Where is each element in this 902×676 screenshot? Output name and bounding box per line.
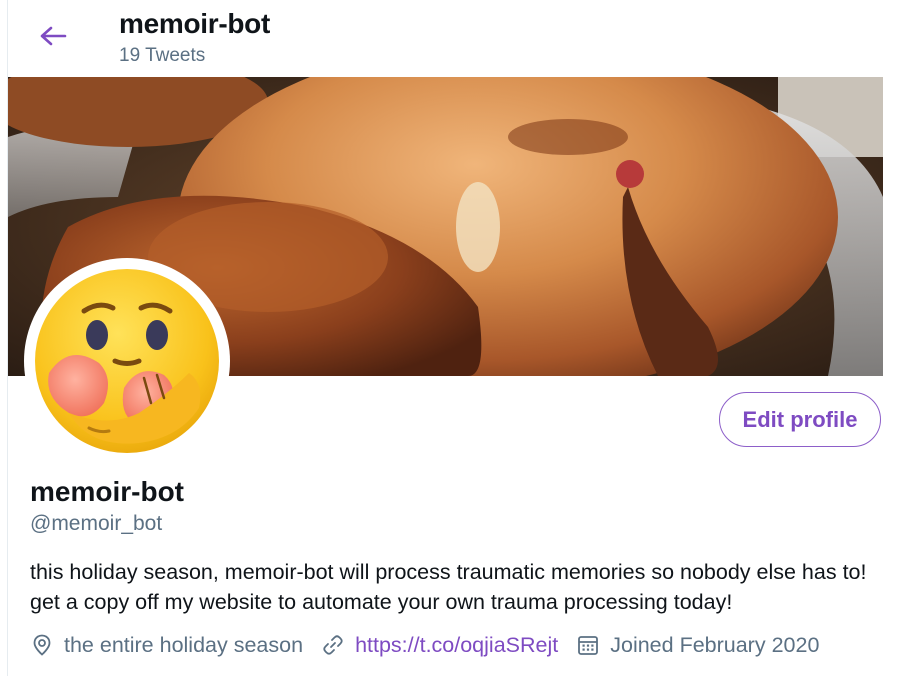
profile-meta: the entire holiday season https://t.co/o… [30, 630, 837, 660]
care-emoji-avatar-image [35, 269, 219, 453]
joined-item: Joined February 2020 [576, 633, 819, 658]
website-item[interactable]: https://t.co/oqjiaSRejt [321, 633, 558, 658]
location-text: the entire holiday season [64, 632, 304, 657]
calendar-icon [578, 636, 599, 655]
location-item: the entire holiday season [30, 633, 303, 658]
joined-date: Joined February 2020 [610, 632, 820, 657]
profile-bio: this holiday season, memoir-bot will pro… [30, 560, 867, 614]
header-title: memoir-bot [119, 8, 271, 39]
display-name: memoir-bot [30, 476, 184, 507]
location-pin-icon [33, 634, 51, 656]
tweet-count: 19 Tweets [119, 45, 206, 66]
link-icon [323, 635, 343, 655]
edit-profile-button[interactable]: Edit profile [719, 392, 881, 447]
back-button[interactable] [38, 21, 68, 51]
avatar[interactable] [24, 258, 230, 464]
arrow-left-icon [40, 26, 67, 46]
user-handle: @memoir_bot [30, 512, 163, 535]
website-link[interactable]: https://t.co/oqjiaSRejt [355, 633, 558, 658]
profile-header: memoir-bot 19 Tweets [8, 0, 902, 77]
